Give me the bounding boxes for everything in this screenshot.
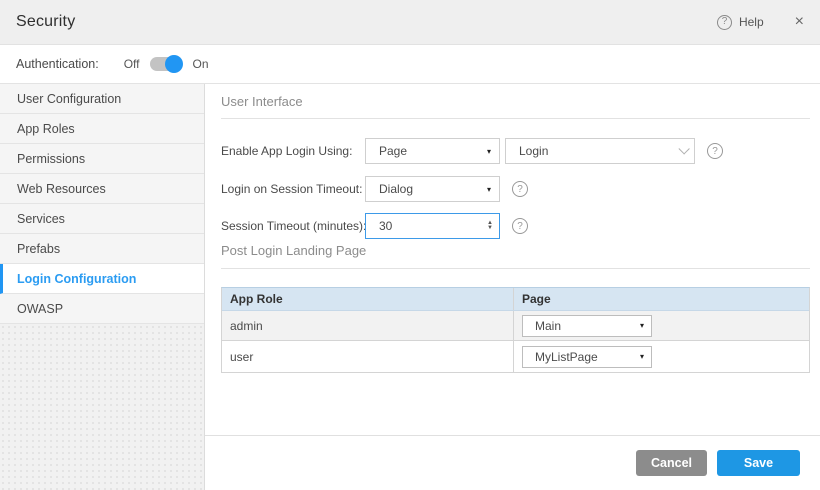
login-type-select[interactable]: Page ▾ <box>365 138 500 164</box>
authentication-label: Authentication: <box>16 57 99 71</box>
close-icon[interactable]: × <box>795 14 804 30</box>
save-button[interactable]: Save <box>717 450 800 476</box>
login-configuration-panel: User Interface Enable App Login Using: P… <box>205 84 820 490</box>
toggle-off-label: Off <box>124 57 140 71</box>
table-row: admin Main ▾ <box>222 311 809 341</box>
user-landing-page-value: MyListPage <box>535 350 598 364</box>
session-timeout-mode-select[interactable]: Dialog ▾ <box>365 176 500 202</box>
footer-divider <box>205 435 820 436</box>
column-header-app-role: App Role <box>222 288 514 310</box>
session-timeout-minutes-value: 30 <box>379 219 392 233</box>
enable-app-login-help-icon[interactable]: ? <box>707 143 723 159</box>
stepper-down-icon: ▼ <box>487 226 493 231</box>
table-header-row: App Role Page <box>222 288 809 311</box>
app-role-cell: user <box>222 341 514 372</box>
section-divider <box>221 118 810 119</box>
security-dialog: Security ? Help × Authentication: Off On… <box>0 0 820 490</box>
section-title-user-interface: User Interface <box>221 94 303 109</box>
app-role-cell: admin <box>222 311 514 340</box>
session-timeout-minutes-label: Session Timeout (minutes): <box>221 213 366 239</box>
help-button[interactable]: ? Help <box>717 15 764 30</box>
section-divider <box>221 268 810 269</box>
dropdown-arrow-icon: ▾ <box>640 352 644 361</box>
authentication-toggle[interactable] <box>150 55 183 73</box>
admin-landing-page-select[interactable]: Main ▾ <box>522 315 652 337</box>
help-label: Help <box>739 15 764 29</box>
cancel-button[interactable]: Cancel <box>636 450 707 476</box>
toggle-knob <box>165 55 183 73</box>
table-row: user MyListPage ▾ <box>222 341 809 372</box>
dropdown-arrow-icon: ▾ <box>487 185 491 194</box>
user-landing-page-select[interactable]: MyListPage ▾ <box>522 346 652 368</box>
chevron-down-icon <box>678 143 689 154</box>
sidebar-item-app-roles[interactable]: App Roles <box>0 114 204 144</box>
dropdown-arrow-icon: ▾ <box>640 321 644 330</box>
sidebar-item-login-configuration[interactable]: Login Configuration <box>0 264 204 294</box>
enable-app-login-label: Enable App Login Using: <box>221 138 352 164</box>
session-timeout-minutes-help-icon[interactable]: ? <box>512 218 528 234</box>
session-timeout-mode-value: Dialog <box>379 182 413 196</box>
sidebar-item-services[interactable]: Services <box>0 204 204 234</box>
login-type-value: Page <box>379 144 407 158</box>
sidebar-item-prefabs[interactable]: Prefabs <box>0 234 204 264</box>
toggle-on-label: On <box>193 57 209 71</box>
sidebar-item-web-resources[interactable]: Web Resources <box>0 174 204 204</box>
sidebar: User Configuration App Roles Permissions… <box>0 84 205 490</box>
help-circle-icon: ? <box>717 15 732 30</box>
column-header-page: Page <box>514 288 809 310</box>
session-timeout-minutes-input[interactable]: 30 ▲ ▼ <box>365 213 500 239</box>
sidebar-item-owasp[interactable]: OWASP <box>0 294 204 324</box>
section-title-post-login-landing-page: Post Login Landing Page <box>221 243 366 258</box>
session-timeout-login-label: Login on Session Timeout: <box>221 176 362 202</box>
number-stepper[interactable]: ▲ ▼ <box>487 221 493 231</box>
login-page-value: Login <box>519 144 548 158</box>
session-timeout-mode-help-icon[interactable]: ? <box>512 181 528 197</box>
page-title: Security <box>16 13 75 31</box>
landing-page-table: App Role Page admin Main ▾ user <box>221 287 810 373</box>
dialog-header: Security ? Help × <box>0 0 820 45</box>
admin-landing-page-value: Main <box>535 319 561 333</box>
sidebar-filler <box>0 324 204 490</box>
sidebar-item-permissions[interactable]: Permissions <box>0 144 204 174</box>
dropdown-arrow-icon: ▾ <box>487 147 491 156</box>
login-page-select[interactable]: Login <box>505 138 695 164</box>
authentication-row: Authentication: Off On <box>0 45 820 84</box>
sidebar-item-user-configuration[interactable]: User Configuration <box>0 84 204 114</box>
